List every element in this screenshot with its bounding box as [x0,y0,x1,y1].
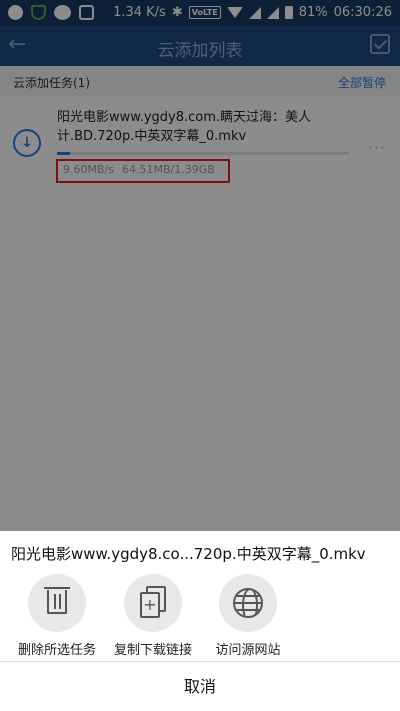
visit-source-button[interactable] [219,574,277,632]
delete-task-button[interactable] [28,574,86,632]
copy-plus-icon: + [140,592,160,618]
sheet-title: 阳光电影www.ygdy8.co...720p.中英双字幕_0.mkv [11,545,366,563]
trash-icon [44,587,70,614]
visit-source-label: 访问源网站 [215,643,281,658]
delete-task-label: 删除所选任务 [17,643,96,658]
copy-link-label: 复制下载链接 [113,643,192,658]
copy-link-button[interactable]: + [124,574,182,632]
globe-icon [233,588,263,618]
bottom-sheet: 阳光电影www.ygdy8.co...720p.中英双字幕_0.mkv 删除所选… [0,531,400,711]
visit-source-action[interactable]: 访问源网站 [198,574,298,658]
cancel-button[interactable]: 取消 [0,661,400,711]
delete-task-action[interactable]: 删除所选任务 [7,574,107,658]
copy-link-action[interactable]: + 复制下载链接 [103,574,203,658]
dim-overlay[interactable] [0,0,400,531]
